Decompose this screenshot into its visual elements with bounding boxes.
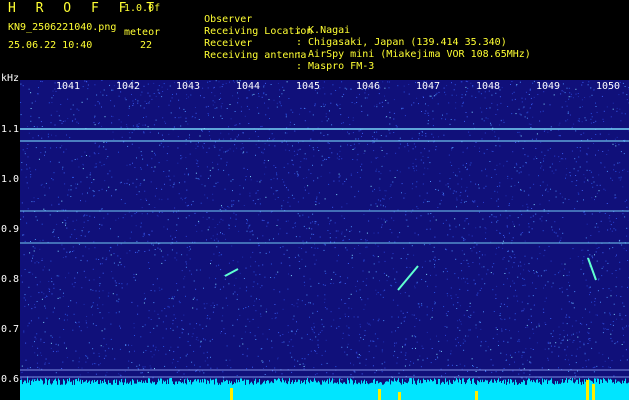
signal-spike (398, 392, 401, 400)
y-tick-label: 0.7 (1, 324, 20, 335)
filename-label: KN9_2506221040.png (8, 22, 117, 33)
x-tick-label: 1050 (596, 81, 621, 92)
y-tick-label: 0.6 (1, 374, 20, 385)
x-tick-label: 1044 (236, 81, 261, 92)
y-tick-label: 0.8 (1, 274, 20, 285)
x-tick-label: 1046 (356, 81, 381, 92)
info-value: : Chigasaki, Japan (139.414 35.340) (296, 37, 507, 48)
info-label: Receiving antenna (204, 50, 307, 61)
meteor-trace (224, 268, 239, 277)
meteor-count: 22 (140, 40, 153, 51)
info-value: : AirSpy mini (Miakejima VOR 108.65MHz) (296, 49, 531, 60)
x-tick-label: 1047 (416, 81, 441, 92)
meteor-label: meteor (124, 27, 161, 38)
x-tick-label: 1042 (116, 81, 141, 92)
header-panel: H R O F F T 1.0.0f KN9_2506221040.png me… (0, 0, 629, 80)
info-value: : Maspro FM-3 (296, 61, 375, 72)
spectrogram (20, 80, 629, 400)
y-tick-label: 1.0 (1, 174, 20, 185)
x-tick-label: 1049 (536, 81, 561, 92)
version-label: 1.0.0f (124, 3, 161, 14)
meteor-trace (587, 257, 597, 281)
x-tick-label: 1043 (176, 81, 201, 92)
bottom-band (20, 387, 629, 400)
signal-spike (586, 380, 589, 400)
y-axis-unit: kHz (1, 73, 20, 84)
signal-spike (592, 384, 595, 400)
signal-spike (475, 391, 478, 400)
x-tick-label: 1041 (56, 81, 81, 92)
x-tick-label: 1048 (476, 81, 501, 92)
y-tick-label: 0.9 (1, 224, 20, 235)
y-tick-label: 1.1 (1, 124, 20, 135)
signal-spike (378, 389, 381, 400)
datetime-label: 25.06.22 10:40 (8, 40, 93, 51)
spectrogram-canvas (20, 80, 629, 400)
info-row-antenna: Receiving antenna : Maspro FM-3 (180, 39, 374, 83)
x-tick-label: 1045 (296, 81, 321, 92)
signal-spike (230, 388, 233, 400)
